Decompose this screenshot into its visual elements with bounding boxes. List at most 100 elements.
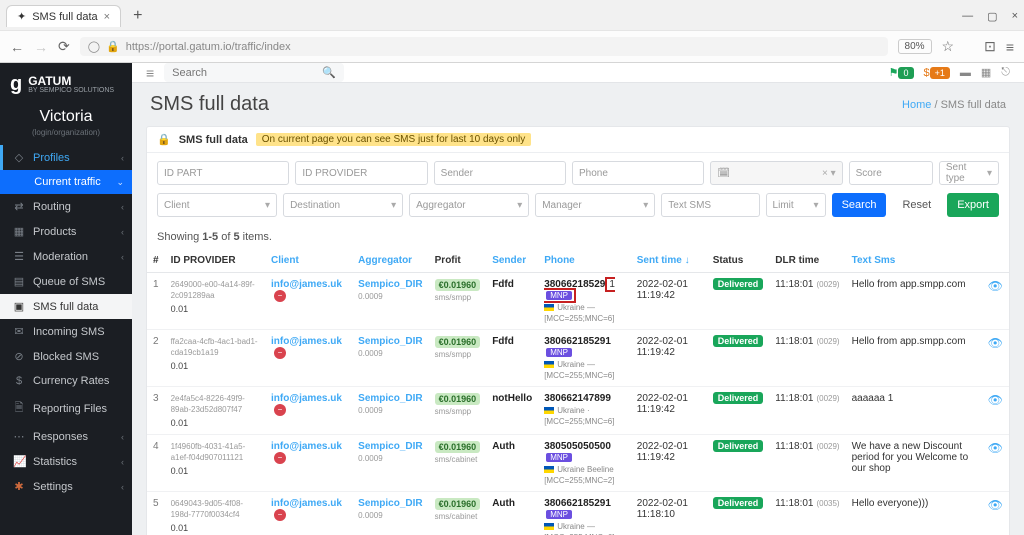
sidebar-item-moderation[interactable]: ☰Moderation‹ [0, 244, 132, 269]
search-button[interactable]: Search [832, 193, 887, 217]
flag-icon[interactable]: ▬ [960, 67, 971, 79]
window-close-icon[interactable]: × [1012, 10, 1018, 23]
new-tab-button[interactable]: + [127, 7, 148, 25]
filter-text-sms[interactable]: Text SMS [661, 193, 759, 217]
view-icon[interactable]: 👁 [988, 498, 1003, 512]
view-icon[interactable]: 👁 [988, 441, 1003, 455]
col-text[interactable]: Text Sms [846, 249, 982, 273]
browser-tab[interactable]: ✦ SMS full data × [6, 5, 121, 27]
status-dot-icon: − [274, 509, 286, 521]
hamburger-icon[interactable]: ≡ [146, 65, 154, 81]
clear-icon[interactable]: × ▾ [822, 168, 836, 179]
sidebar-item-routing[interactable]: ⇄Routing‹ [0, 194, 132, 219]
search-input[interactable] [172, 67, 314, 79]
col-phone[interactable]: Phone [538, 249, 631, 273]
nav-back-icon[interactable]: ← [10, 39, 24, 55]
cell-sender: notHello [486, 387, 538, 435]
aggregator-link[interactable]: Sempico_DIR [358, 336, 422, 347]
aggregator-link[interactable]: Sempico_DIR [358, 441, 422, 452]
search-icon[interactable]: 🔍 [322, 66, 336, 79]
tab-title: SMS full data [32, 11, 97, 23]
col-sent-time[interactable]: Sent time ↓ [631, 249, 707, 273]
sidebar-item-reporting[interactable]: 🗎Reporting Files [0, 393, 132, 424]
routing-icon: ⇄ [13, 200, 25, 213]
tab-close-icon[interactable]: × [104, 11, 110, 23]
nav-reload-icon[interactable]: ⟳ [58, 38, 70, 55]
view-icon[interactable]: 👁 [988, 279, 1003, 293]
notif-badge-2[interactable]: $+1 [924, 67, 950, 79]
sidebar: ɡ GATUM BY SEMPICO SOLUTIONS Victoria (l… [0, 63, 132, 535]
col-profit[interactable]: Profit [429, 249, 487, 273]
cell-phone: 380662185291MNPUkraine —[MCC=255;MNC=6] [538, 330, 631, 387]
breadcrumb-home[interactable]: Home [902, 99, 931, 111]
filter-aggregator[interactable]: Aggregator [409, 193, 529, 217]
grid-icon[interactable]: ▦ [981, 66, 991, 79]
currency-icon: $ [13, 375, 25, 387]
window-maximize-icon[interactable]: ▢ [987, 10, 997, 23]
view-icon[interactable]: 👁 [988, 336, 1003, 350]
queue-icon: ▤ [13, 275, 25, 288]
aggregator-link[interactable]: Sempico_DIR [358, 498, 422, 509]
filter-sender[interactable]: Sender [434, 161, 566, 185]
zoom-level[interactable]: 80% [898, 39, 932, 54]
reset-button[interactable]: Reset [892, 193, 941, 217]
flag-ukraine-icon [544, 466, 554, 473]
sidebar-item-current-traffic[interactable]: Current traffic⌄ [0, 170, 132, 194]
cell-phone: 380662147899Ukraine · [MCC=255;MNC=6] [538, 387, 631, 435]
client-link[interactable]: info@james.uk [271, 441, 342, 452]
download-icon[interactable]: ⊡ [984, 38, 996, 55]
filter-manager[interactable]: Manager [535, 193, 655, 217]
sidebar-item-responses[interactable]: ⋯Responses‹ [0, 424, 132, 449]
filter-score[interactable]: Score [849, 161, 933, 185]
col-status[interactable]: Status [707, 249, 770, 273]
filter-sent-type[interactable]: Sent type [939, 161, 999, 185]
aggregator-link[interactable]: Sempico_DIR [358, 279, 422, 290]
view-icon[interactable]: 👁 [988, 393, 1003, 407]
cell-client: info@james.uk− [265, 435, 352, 492]
col-client[interactable]: Client [265, 249, 352, 273]
url-text: https://portal.gatum.io/traffic/index [126, 41, 291, 53]
sidebar-item-currency[interactable]: $Currency Rates [0, 369, 132, 393]
filter-destination[interactable]: Destination [283, 193, 403, 217]
notif-badge-1[interactable]: ⚑0 [889, 66, 914, 79]
client-link[interactable]: info@james.uk [271, 279, 342, 290]
logout-icon[interactable]: ⎋ [1001, 66, 1010, 79]
nav-forward-icon[interactable]: → [34, 39, 48, 55]
client-link[interactable]: info@james.uk [271, 336, 342, 347]
sidebar-label: Blocked SMS [33, 351, 99, 363]
filter-id-provider[interactable]: ID PROVIDER [295, 161, 427, 185]
col-idp[interactable]: ID PROVIDER [165, 249, 265, 273]
client-link[interactable]: info@james.uk [271, 498, 342, 509]
export-button[interactable]: Export [947, 193, 999, 217]
sidebar-item-profiles[interactable]: ◇Profiles‹ [0, 145, 132, 170]
aggregator-link[interactable]: Sempico_DIR [358, 393, 422, 404]
cell-aggregator: Sempico_DIR0.0009 [352, 273, 428, 330]
filter-phone[interactable]: Phone [572, 161, 704, 185]
status-badge: Delivered [713, 392, 764, 404]
filter-date[interactable]: 🗓× ▾ [710, 161, 842, 185]
sidebar-item-settings[interactable]: ✱Settings‹ [0, 474, 132, 499]
sidebar-item-blocked[interactable]: ⊘Blocked SMS [0, 344, 132, 369]
sidebar-item-queue[interactable]: ▤Queue of SMS [0, 269, 132, 294]
col-dlr[interactable]: DLR time [769, 249, 845, 273]
client-link[interactable]: info@james.uk [271, 393, 342, 404]
cell-num: 2 [147, 330, 165, 387]
sidebar-label: Products [33, 226, 76, 238]
window-minimize-icon[interactable]: — [962, 10, 973, 23]
cell-text: aaaaaa 1 [846, 387, 982, 435]
menu-icon[interactable]: ≡ [1006, 39, 1014, 55]
sidebar-item-statistics[interactable]: 📈Statistics‹ [0, 449, 132, 474]
filter-client[interactable]: Client [157, 193, 277, 217]
col-sender[interactable]: Sender [486, 249, 538, 273]
bookmark-icon[interactable]: ☆ [942, 38, 955, 55]
filter-limit[interactable]: Limit [766, 193, 826, 217]
cell-status: Delivered [707, 273, 770, 330]
col-aggregator[interactable]: Aggregator [352, 249, 428, 273]
sidebar-item-incoming[interactable]: ✉Incoming SMS [0, 319, 132, 344]
sidebar-item-products[interactable]: ▦Products‹ [0, 219, 132, 244]
cell-sender: Auth [486, 492, 538, 535]
address-bar[interactable]: ◯ 🔒 https://portal.gatum.io/traffic/inde… [80, 37, 888, 56]
top-search[interactable]: 🔍 [164, 63, 344, 82]
filter-id-part[interactable]: ID PART [157, 161, 289, 185]
sidebar-item-sms-full[interactable]: ▣SMS full data [0, 294, 132, 319]
